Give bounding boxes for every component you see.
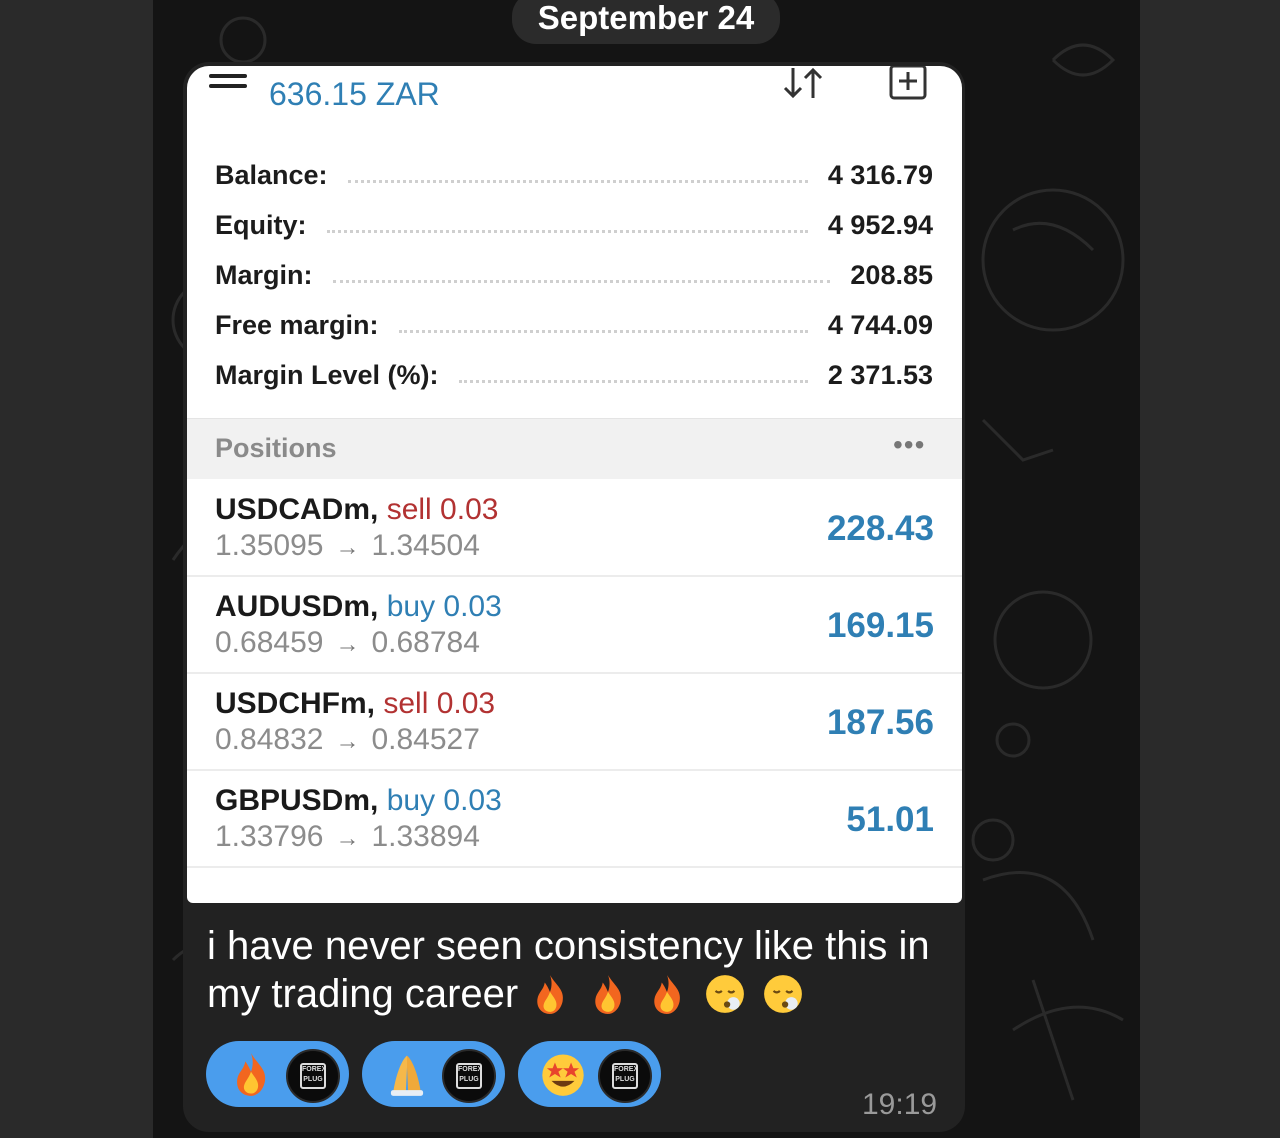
fire-emoji-icon [537,975,564,1014]
face-exhaling-emoji-icon [705,975,744,1013]
open-price: 0.68459 [215,626,324,659]
summary-label: Margin: [215,259,313,290]
positions-header: Positions ••• [187,418,962,479]
arrow-right-icon: → [335,631,360,658]
arrow-right-icon: → [335,728,360,755]
message-text: i have never seen consistency like this … [207,922,952,1018]
summary-row-equity: Equity: 4 952.94 [215,205,933,245]
summary-value: 4 952.94 [827,209,933,240]
current-price: 1.33894 [371,820,480,853]
position-side: sell 0.03 [386,493,499,526]
message-line-with-emojis: my trading career [207,970,952,1018]
date-pill: September 24 [512,0,780,44]
avatar-logo: FOREX PLUG [612,1063,638,1089]
fire-emoji-icon [237,1053,266,1096]
position-symbol: GBPUSDm, [215,784,379,817]
leader-dots [332,279,831,283]
reaction-folded-hands[interactable]: FOREX PLUG [362,1041,505,1107]
star-struck-emoji-icon [542,1054,584,1096]
menu-icon[interactable] [209,74,247,94]
position-symbol: USDCHFm, [215,687,376,720]
reaction-star-struck[interactable]: FOREX PLUG [518,1041,661,1107]
summary-label: Margin Level (%): [215,359,439,390]
open-price: 0.84832 [215,723,324,756]
more-options-icon[interactable]: ••• [893,429,925,461]
trading-account-screenshot[interactable]: 636.15 ZAR Balance: 4 316.79 Equity: 4 9… [187,66,962,903]
avatar: FOREX PLUG [286,1049,340,1103]
summary-value: 4 744.09 [827,309,933,340]
position-row[interactable]: USDCHFm, sell 0.03 0.84832 → 0.84527 187.5… [187,673,962,771]
position-symbol: AUDUSDm, [215,590,379,623]
account-balance-title: 636.15 ZAR [269,76,440,112]
folded-hands-emoji-icon [390,1055,424,1096]
avatar-logo: FOREX PLUG [300,1063,326,1089]
open-price: 1.35095 [215,529,324,562]
message-line: my trading career [207,972,519,1016]
add-order-icon[interactable] [887,66,929,102]
position-side: buy 0.03 [386,784,502,817]
position-profit: 51.01 [846,800,934,839]
position-profit: 228.43 [826,509,934,548]
position-profit: 187.56 [826,703,934,742]
position-side: sell 0.03 [383,687,496,720]
avatar-logo: FOREX PLUG [456,1063,482,1089]
sort-icon[interactable] [779,66,829,100]
avatar: FOREX PLUG [598,1049,652,1103]
open-price: 1.33796 [215,820,324,853]
summary-value: 208.85 [850,259,933,290]
leader-dots [398,329,808,333]
reactions-bar: FOREX PLUG FOREX PLUG FOREX PLUG [206,1041,661,1107]
position-symbol: USDCADm, [215,493,379,526]
fire-emoji-icon [595,975,622,1014]
reaction-fire[interactable]: FOREX PLUG [206,1041,349,1107]
avatar: FOREX PLUG [442,1049,496,1103]
leader-dots [458,379,808,383]
message-time: 19:19 [862,1088,938,1121]
message-line: i have never seen consistency like this … [207,924,930,968]
position-row[interactable]: AUDUSDm, buy 0.03 0.68459 → 0.68784 169.15 [187,576,962,674]
leader-dots [347,179,808,183]
current-price: 0.68784 [371,626,480,659]
summary-value: 2 371.53 [827,359,933,390]
summary-row-margin: Margin: 208.85 [215,255,933,295]
position-side: buy 0.03 [386,590,502,623]
summary-label: Equity: [215,209,307,240]
summary-row-free-margin: Free margin: 4 744.09 [215,305,933,345]
leader-dots [326,229,808,233]
fire-emoji-icon [653,975,680,1014]
arrow-right-icon: → [335,825,360,852]
positions-label: Positions [215,433,337,463]
arrow-right-icon: → [335,534,360,561]
position-profit: 169.15 [826,606,934,645]
position-row[interactable]: GBPUSDm, buy 0.03 1.33796 → 1.33894 51.01 [187,770,962,868]
position-row[interactable]: USDCADm, sell 0.03 1.35095 → 1.34504 228.4… [187,479,962,577]
summary-row-balance: Balance: 4 316.79 [215,155,933,195]
face-exhaling-emoji-icon [763,975,802,1013]
summary-label: Free margin: [215,309,379,340]
current-price: 1.34504 [371,529,480,562]
current-price: 0.84527 [371,723,480,756]
summary-row-margin-level: Margin Level (%): 2 371.53 [215,355,933,395]
summary-value: 4 316.79 [827,159,933,190]
summary-label: Balance: [215,159,328,190]
